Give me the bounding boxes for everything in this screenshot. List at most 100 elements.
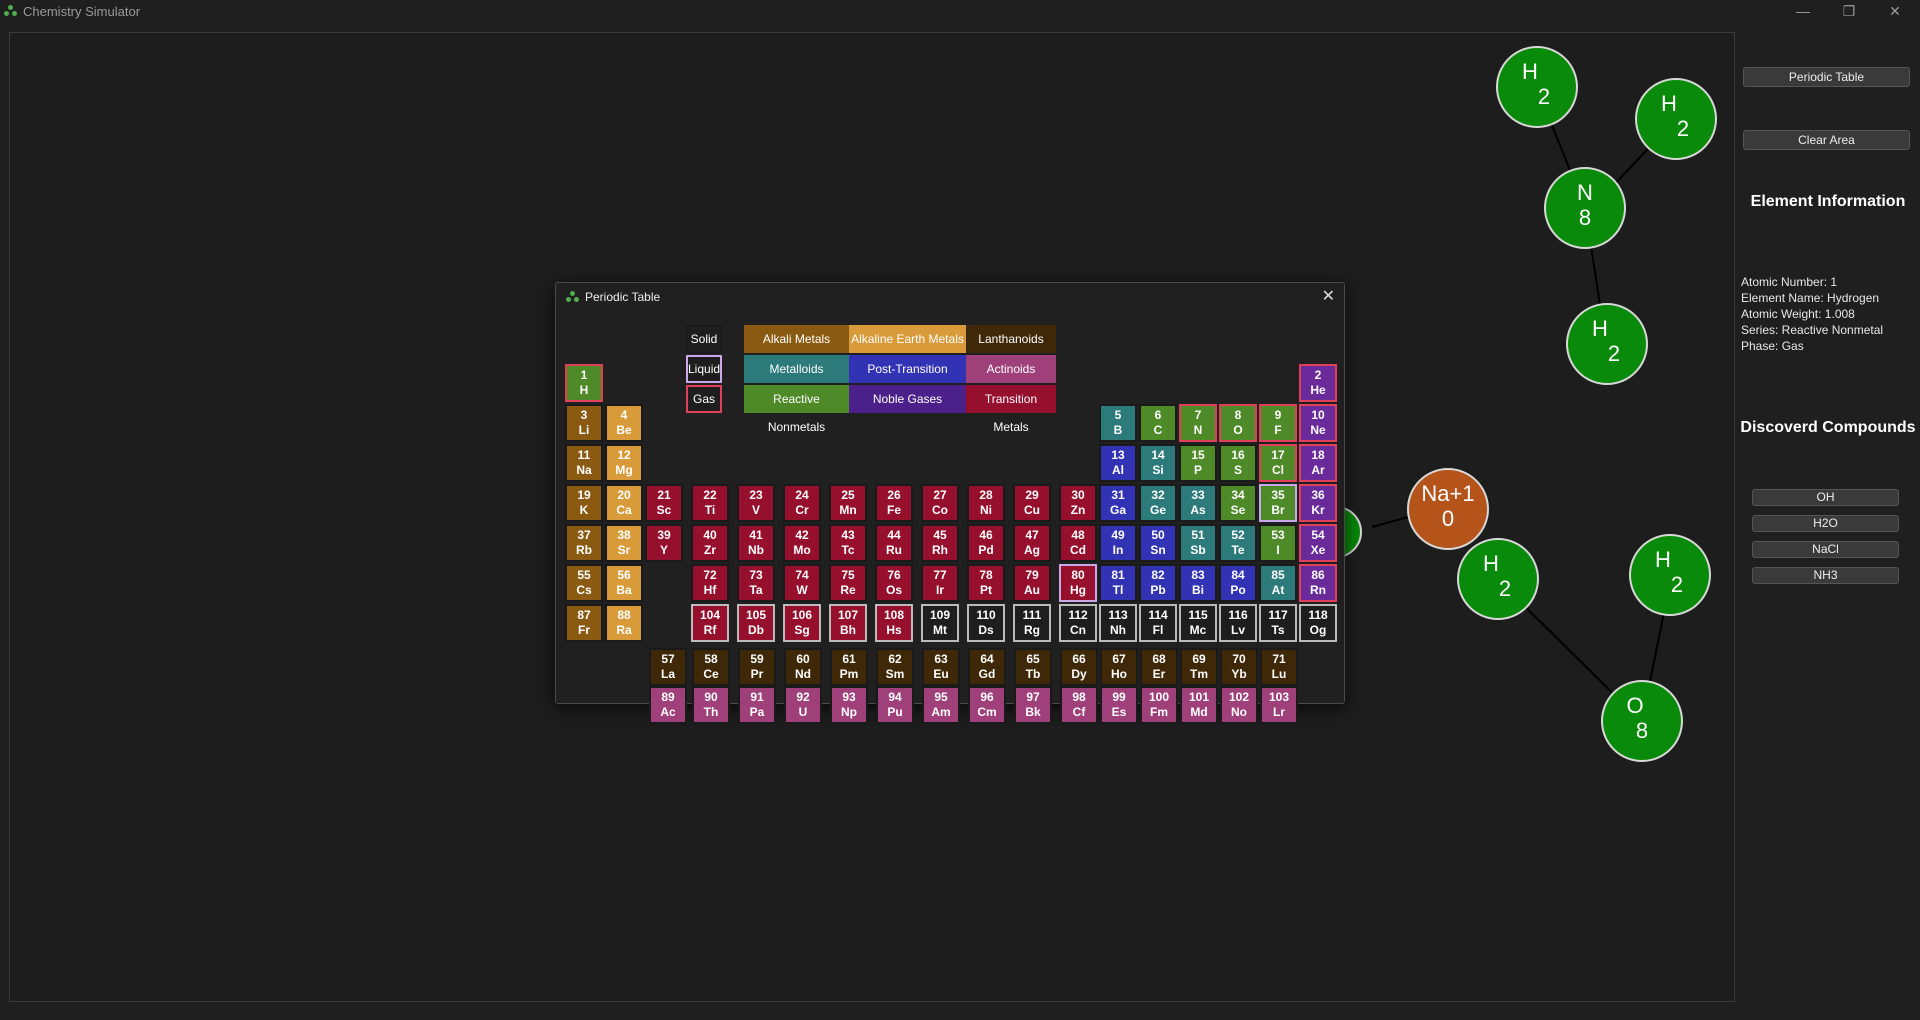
- element-cell-hg[interactable]: 80 Hg: [1059, 564, 1097, 602]
- element-cell-pr[interactable]: 59 Pr: [738, 648, 776, 686]
- element-cell-cd[interactable]: 48 Cd: [1059, 524, 1097, 562]
- element-cell-og[interactable]: 118 Og: [1299, 604, 1337, 642]
- element-cell-k[interactable]: 19 K: [565, 484, 603, 522]
- compound-button[interactable]: NaCl: [1752, 541, 1899, 558]
- element-cell-la[interactable]: 57 La: [649, 648, 687, 686]
- maximize-button[interactable]: ❐: [1826, 0, 1872, 24]
- element-cell-at[interactable]: 85 At: [1259, 564, 1297, 602]
- element-cell-pa[interactable]: 91 Pa: [738, 686, 776, 724]
- periodic-table-button[interactable]: Periodic Table: [1743, 67, 1910, 87]
- element-cell-ge[interactable]: 32 Ge: [1139, 484, 1177, 522]
- element-cell-sc[interactable]: 21 Sc: [645, 484, 683, 522]
- element-cell-bk[interactable]: 97 Bk: [1014, 686, 1052, 724]
- element-cell-rb[interactable]: 37 Rb: [565, 524, 603, 562]
- element-cell-v[interactable]: 23 V: [737, 484, 775, 522]
- element-cell-f[interactable]: 9F: [1259, 404, 1297, 442]
- element-cell-zn[interactable]: 30 Zn: [1059, 484, 1097, 522]
- element-cell-ne[interactable]: 10 Ne: [1299, 404, 1337, 442]
- element-cell-ho[interactable]: 67 Ho: [1100, 648, 1138, 686]
- element-cell-s[interactable]: 16 S: [1219, 444, 1257, 482]
- element-cell-ti[interactable]: 22 Ti: [691, 484, 729, 522]
- element-cell-n[interactable]: 7N: [1179, 404, 1217, 442]
- element-cell-ta[interactable]: 73 Ta: [737, 564, 775, 602]
- element-cell-lr[interactable]: 103 Lr: [1260, 686, 1298, 724]
- element-cell-p[interactable]: 15 P: [1179, 444, 1217, 482]
- element-cell-db[interactable]: 105 Db: [737, 604, 775, 642]
- compound-button[interactable]: OH: [1752, 489, 1899, 506]
- element-cell-b[interactable]: 5B: [1099, 404, 1137, 442]
- atom-node[interactable]: H 2: [1635, 78, 1717, 160]
- atom-node[interactable]: H 2: [1496, 46, 1578, 128]
- element-cell-sr[interactable]: 38 Sr: [605, 524, 643, 562]
- element-cell-tc[interactable]: 43 Tc: [829, 524, 867, 562]
- element-cell-hs[interactable]: 108 Hs: [875, 604, 913, 642]
- element-cell-au[interactable]: 79 Au: [1013, 564, 1051, 602]
- element-cell-cl[interactable]: 17 Cl: [1259, 444, 1297, 482]
- element-cell-ca[interactable]: 20 Ca: [605, 484, 643, 522]
- compound-button[interactable]: NH3: [1752, 567, 1899, 584]
- element-cell-tb[interactable]: 65 Tb: [1014, 648, 1052, 686]
- element-cell-o[interactable]: 8O: [1219, 404, 1257, 442]
- element-cell-as[interactable]: 33 As: [1179, 484, 1217, 522]
- element-cell-u[interactable]: 92 U: [784, 686, 822, 724]
- element-cell-in[interactable]: 49 In: [1099, 524, 1137, 562]
- element-cell-ds[interactable]: 110 Ds: [967, 604, 1005, 642]
- element-cell-mo[interactable]: 42 Mo: [783, 524, 821, 562]
- element-cell-sg[interactable]: 106 Sg: [783, 604, 821, 642]
- element-cell-ni[interactable]: 28 Ni: [967, 484, 1005, 522]
- element-cell-fr[interactable]: 87 Fr: [565, 604, 603, 642]
- element-cell-rg[interactable]: 111 Rg: [1013, 604, 1051, 642]
- element-cell-mt[interactable]: 109 Mt: [921, 604, 959, 642]
- element-cell-ac[interactable]: 89 Ac: [649, 686, 687, 724]
- element-cell-li[interactable]: 3 Li: [565, 404, 603, 442]
- element-cell-mn[interactable]: 25 Mn: [829, 484, 867, 522]
- atom-node[interactable]: H 2: [1566, 303, 1648, 385]
- element-cell-gd[interactable]: 64 Gd: [968, 648, 1006, 686]
- element-cell-tm[interactable]: 69 Tm: [1180, 648, 1218, 686]
- element-cell-er[interactable]: 68 Er: [1140, 648, 1178, 686]
- element-cell-pd[interactable]: 46 Pd: [967, 524, 1005, 562]
- element-cell-np[interactable]: 93 Np: [830, 686, 868, 724]
- element-cell-am[interactable]: 95 Am: [922, 686, 960, 724]
- element-cell-lv[interactable]: 116 Lv: [1219, 604, 1257, 642]
- element-cell-si[interactable]: 14 Si: [1139, 444, 1177, 482]
- element-cell-os[interactable]: 76 Os: [875, 564, 913, 602]
- element-cell-c[interactable]: 6C: [1139, 404, 1177, 442]
- atom-node-sodium[interactable]: Na+1 0: [1407, 468, 1489, 550]
- element-cell-ba[interactable]: 56 Ba: [605, 564, 643, 602]
- element-cell-re[interactable]: 75 Re: [829, 564, 867, 602]
- element-cell-kr[interactable]: 36 Kr: [1299, 484, 1337, 522]
- element-cell-cf[interactable]: 98 Cf: [1060, 686, 1098, 724]
- element-cell-md[interactable]: 101 Md: [1180, 686, 1218, 724]
- element-cell-cr[interactable]: 24 Cr: [783, 484, 821, 522]
- element-cell-no[interactable]: 102 No: [1220, 686, 1258, 724]
- element-cell-sb[interactable]: 51 Sb: [1179, 524, 1217, 562]
- element-cell-yb[interactable]: 70 Yb: [1220, 648, 1258, 686]
- element-cell-mc[interactable]: 115 Mc: [1179, 604, 1217, 642]
- element-cell-ra[interactable]: 88 Ra: [605, 604, 643, 642]
- atom-node[interactable]: H 2: [1629, 534, 1711, 616]
- element-cell-te[interactable]: 52 Te: [1219, 524, 1257, 562]
- atom-node[interactable]: O 8: [1601, 680, 1683, 762]
- element-cell-fe[interactable]: 26 Fe: [875, 484, 913, 522]
- element-cell-ru[interactable]: 44 Ru: [875, 524, 913, 562]
- dialog-close-icon[interactable]: ✕: [1322, 286, 1335, 306]
- element-cell-ts[interactable]: 117 Ts: [1259, 604, 1297, 642]
- element-cell-be[interactable]: 4 Be: [605, 404, 643, 442]
- element-cell-ce[interactable]: 58 Ce: [692, 648, 730, 686]
- element-cell-y[interactable]: 39 Y: [645, 524, 683, 562]
- element-cell-nh[interactable]: 113 Nh: [1099, 604, 1137, 642]
- element-cell-th[interactable]: 90 Th: [692, 686, 730, 724]
- element-cell-he[interactable]: 2 He: [1299, 364, 1337, 402]
- element-cell-nb[interactable]: 41 Nb: [737, 524, 775, 562]
- element-cell-sm[interactable]: 62 Sm: [876, 648, 914, 686]
- element-cell-rh[interactable]: 45 Rh: [921, 524, 959, 562]
- element-cell-dy[interactable]: 66 Dy: [1060, 648, 1098, 686]
- element-cell-w[interactable]: 74 W: [783, 564, 821, 602]
- element-cell-co[interactable]: 27 Co: [921, 484, 959, 522]
- element-cell-i[interactable]: 53 I: [1259, 524, 1297, 562]
- element-cell-cs[interactable]: 55 Cs: [565, 564, 603, 602]
- element-cell-pb[interactable]: 82 Pb: [1139, 564, 1177, 602]
- close-window-button[interactable]: ✕: [1872, 0, 1918, 24]
- element-cell-rn[interactable]: 86 Rn: [1299, 564, 1337, 602]
